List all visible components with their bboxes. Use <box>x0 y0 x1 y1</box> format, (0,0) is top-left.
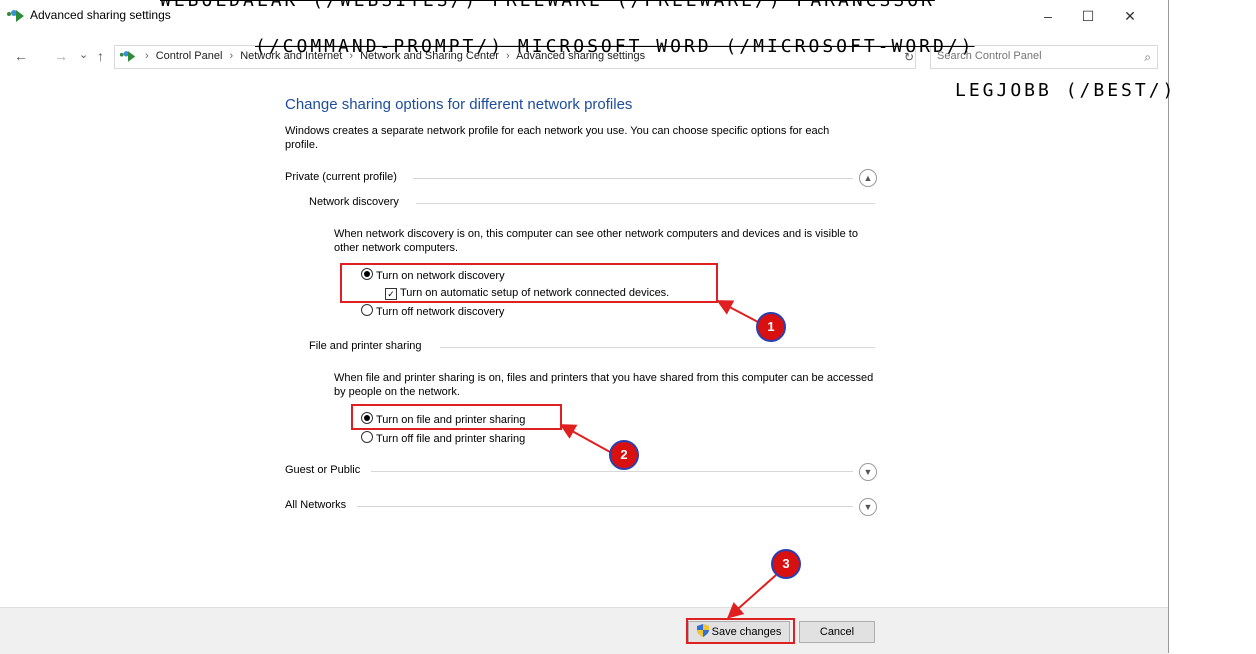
overlay-nav-line-1[interactable]: WEBOLDALAK (/WEBSITES/) FREEWARE (/FREEW… <box>160 0 935 11</box>
overlay-nav-line-3[interactable]: LEGJOBB (/BEST/) <box>955 80 1176 101</box>
annotation-arrow-1 <box>716 300 759 323</box>
annotation-arrow-2 <box>559 424 611 453</box>
annotation-arrow-3 <box>727 574 777 619</box>
annotation-badge-1: 1 <box>756 312 786 342</box>
annotation-badge-2: 2 <box>609 440 639 470</box>
overlay-nav-line-2[interactable]: (/COMMAND-PROMPT/) MICROSOFT WORD (/MICR… <box>255 36 975 57</box>
annotation-badge-3: 3 <box>771 549 801 579</box>
